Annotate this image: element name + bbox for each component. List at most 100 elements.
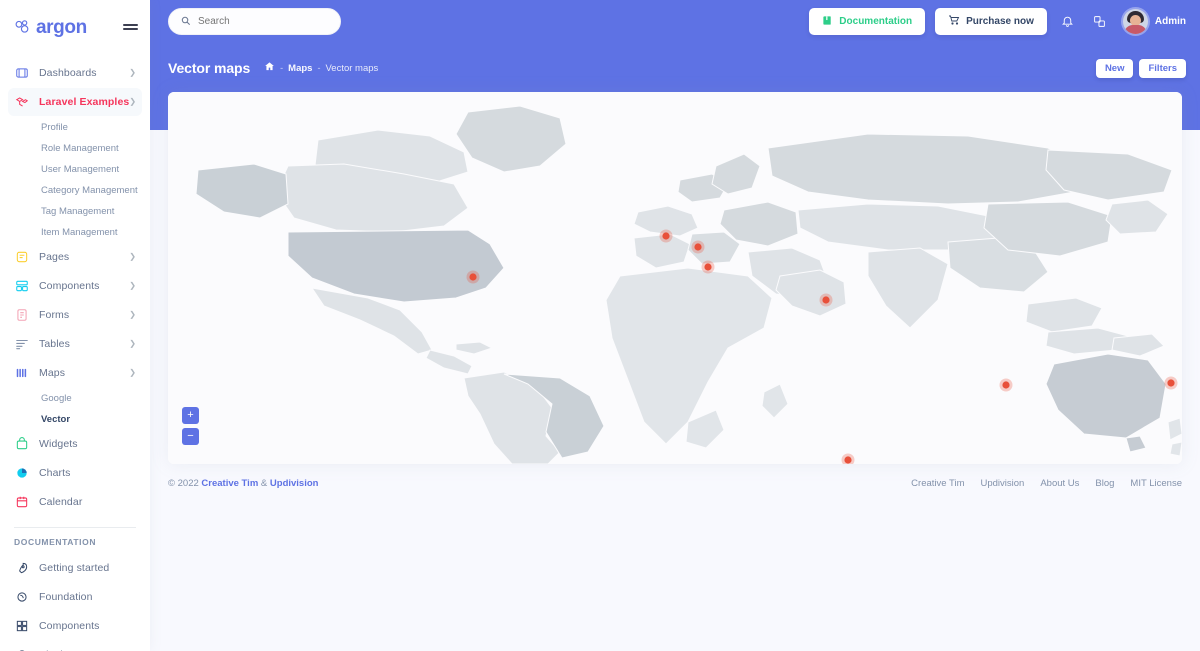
footer-link-blog[interactable]: Blog: [1095, 478, 1114, 489]
sidebar-item-plugins[interactable]: Plugins: [8, 641, 142, 651]
hamburger-icon[interactable]: [123, 20, 138, 34]
purchase-now-button[interactable]: Purchase now: [935, 8, 1047, 35]
brand-link[interactable]: argon: [14, 18, 87, 37]
sidebar-subitem-category-management[interactable]: Category Management: [8, 180, 142, 200]
windows-stack-icon[interactable]: [1089, 11, 1111, 33]
user-name: Admin: [1155, 16, 1186, 27]
sidebar-subitem-label: User Management: [41, 164, 119, 175]
sidebar-brand: argon: [0, 6, 150, 48]
charts-icon: [14, 465, 30, 481]
footer-link-creative-tim[interactable]: Creative Tim: [911, 478, 964, 489]
search-icon: [180, 13, 191, 31]
chevron-right-icon: ❯: [129, 282, 136, 290]
user-menu[interactable]: Admin: [1123, 9, 1186, 34]
sidebar-item-tables[interactable]: Tables ❯: [8, 330, 142, 358]
page-title: Vector maps: [168, 60, 250, 76]
world-map[interactable]: [168, 92, 1182, 464]
marker-indonesia[interactable]: [1000, 379, 1013, 392]
footer-link-updivision[interactable]: Updivision: [981, 478, 1025, 489]
cart-icon: [948, 14, 960, 29]
sidebar-item-label: Foundation: [39, 591, 93, 603]
sidebar-item-label: Widgets: [39, 438, 78, 450]
search-box[interactable]: [168, 8, 341, 35]
book-icon: [822, 15, 833, 29]
sidebar-subitem-label: Item Management: [41, 227, 118, 238]
laravel-icon: [14, 94, 30, 110]
zoom-out-button[interactable]: −: [182, 428, 199, 445]
zoom-in-button[interactable]: +: [182, 407, 199, 424]
sidebar-subitem-tag-management[interactable]: Tag Management: [8, 201, 142, 221]
search-input[interactable]: [198, 16, 329, 27]
sidebar-subitem-label: Vector: [41, 414, 70, 425]
breadcrumb-item-vector-maps: Vector maps: [325, 63, 378, 74]
components-icon: [14, 278, 30, 294]
page-header: Vector maps - Maps - Vector maps New Fil…: [150, 43, 1200, 79]
footer-link-mit-license[interactable]: MIT License: [1130, 478, 1182, 489]
sidebar-item-label: Forms: [39, 309, 69, 321]
footer-creative-tim-link[interactable]: Creative Tim: [201, 478, 258, 489]
sidebar-item-pages[interactable]: Pages ❯: [8, 243, 142, 271]
sidebar-item-getting-started[interactable]: Getting started: [8, 554, 142, 582]
footer-amp: &: [261, 478, 267, 489]
sidebar-item-doc-components[interactable]: Components: [8, 612, 142, 640]
filters-button[interactable]: Filters: [1139, 59, 1186, 78]
marker-madagascar-east[interactable]: [842, 454, 855, 465]
sidebar-subitem-google[interactable]: Google: [8, 388, 142, 408]
main-content: Documentation Purchase now: [150, 0, 1200, 651]
breadcrumb-separator: -: [317, 63, 320, 73]
avatar: [1123, 9, 1148, 34]
sidebar-subitem-user-management[interactable]: User Management: [8, 159, 142, 179]
sidebar-item-maps[interactable]: Maps ❯: [8, 359, 142, 387]
breadcrumb-separator: -: [280, 63, 283, 73]
sidebar-divider: [14, 527, 136, 528]
sidebar-item-calendar[interactable]: Calendar: [8, 488, 142, 516]
sidebar-item-dashboards[interactable]: Dashboards ❯: [8, 59, 142, 87]
chevron-right-icon: ❯: [129, 69, 136, 77]
dashboard-icon: [14, 65, 30, 81]
sidebar-item-foundation[interactable]: Foundation: [8, 583, 142, 611]
documentation-label: Documentation: [839, 16, 912, 27]
sidebar-subitem-item-management[interactable]: Item Management: [8, 222, 142, 242]
pages-icon: [14, 249, 30, 265]
footer-updivision-link[interactable]: Updivision: [270, 478, 319, 489]
home-icon[interactable]: [264, 59, 275, 77]
marker-caribbean[interactable]: [467, 271, 480, 284]
sidebar-item-label: Pages: [39, 251, 69, 263]
marker-pacific-north[interactable]: [1165, 377, 1178, 390]
footer-link-about-us[interactable]: About Us: [1040, 478, 1079, 489]
footer-copyright: © 2022: [168, 478, 199, 489]
sidebar: argon Dashboards ❯: [0, 0, 150, 651]
breadcrumb-item-maps[interactable]: Maps: [288, 63, 312, 74]
chevron-right-icon: ❯: [129, 340, 136, 348]
sidebar-subitem-profile[interactable]: Profile: [8, 117, 142, 137]
chevron-right-icon: ❯: [129, 253, 136, 261]
sidebar-subitem-vector[interactable]: Vector: [8, 409, 142, 429]
sidebar-item-label: Dashboards: [39, 67, 97, 79]
marker-italy[interactable]: [692, 241, 705, 254]
map-zoom-controls: + −: [182, 407, 199, 445]
sidebar-item-forms[interactable]: Forms ❯: [8, 301, 142, 329]
new-button[interactable]: New: [1096, 59, 1134, 78]
sidebar-item-laravel-examples[interactable]: Laravel Examples ❯: [8, 88, 142, 116]
sidebar-subitem-label: Tag Management: [41, 206, 114, 217]
sidebar-subitem-role-management[interactable]: Role Management: [8, 138, 142, 158]
documentation-button[interactable]: Documentation: [809, 8, 925, 35]
sidebar-item-widgets[interactable]: Widgets: [8, 430, 142, 458]
argon-logo-icon: [14, 19, 31, 36]
plugins-icon: [14, 647, 30, 651]
chevron-down-icon: ❯: [129, 98, 136, 106]
sidebar-item-charts[interactable]: Charts: [8, 459, 142, 487]
sidebar-item-label: Tables: [39, 338, 70, 350]
marker-mediterranean[interactable]: [702, 261, 715, 274]
bell-icon[interactable]: [1057, 11, 1079, 33]
marker-persian-gulf[interactable]: [820, 294, 833, 307]
foundation-icon: [14, 589, 30, 605]
sidebar-subitem-label: Role Management: [41, 143, 119, 154]
sidebar-item-label: Maps: [39, 367, 65, 379]
sidebar-item-label: Laravel Examples: [39, 96, 129, 108]
sidebar-subitem-label: Profile: [41, 122, 68, 133]
brand-name: argon: [36, 18, 87, 37]
marker-western-europe[interactable]: [660, 230, 673, 243]
widgets-icon: [14, 436, 30, 452]
sidebar-item-components[interactable]: Components ❯: [8, 272, 142, 300]
